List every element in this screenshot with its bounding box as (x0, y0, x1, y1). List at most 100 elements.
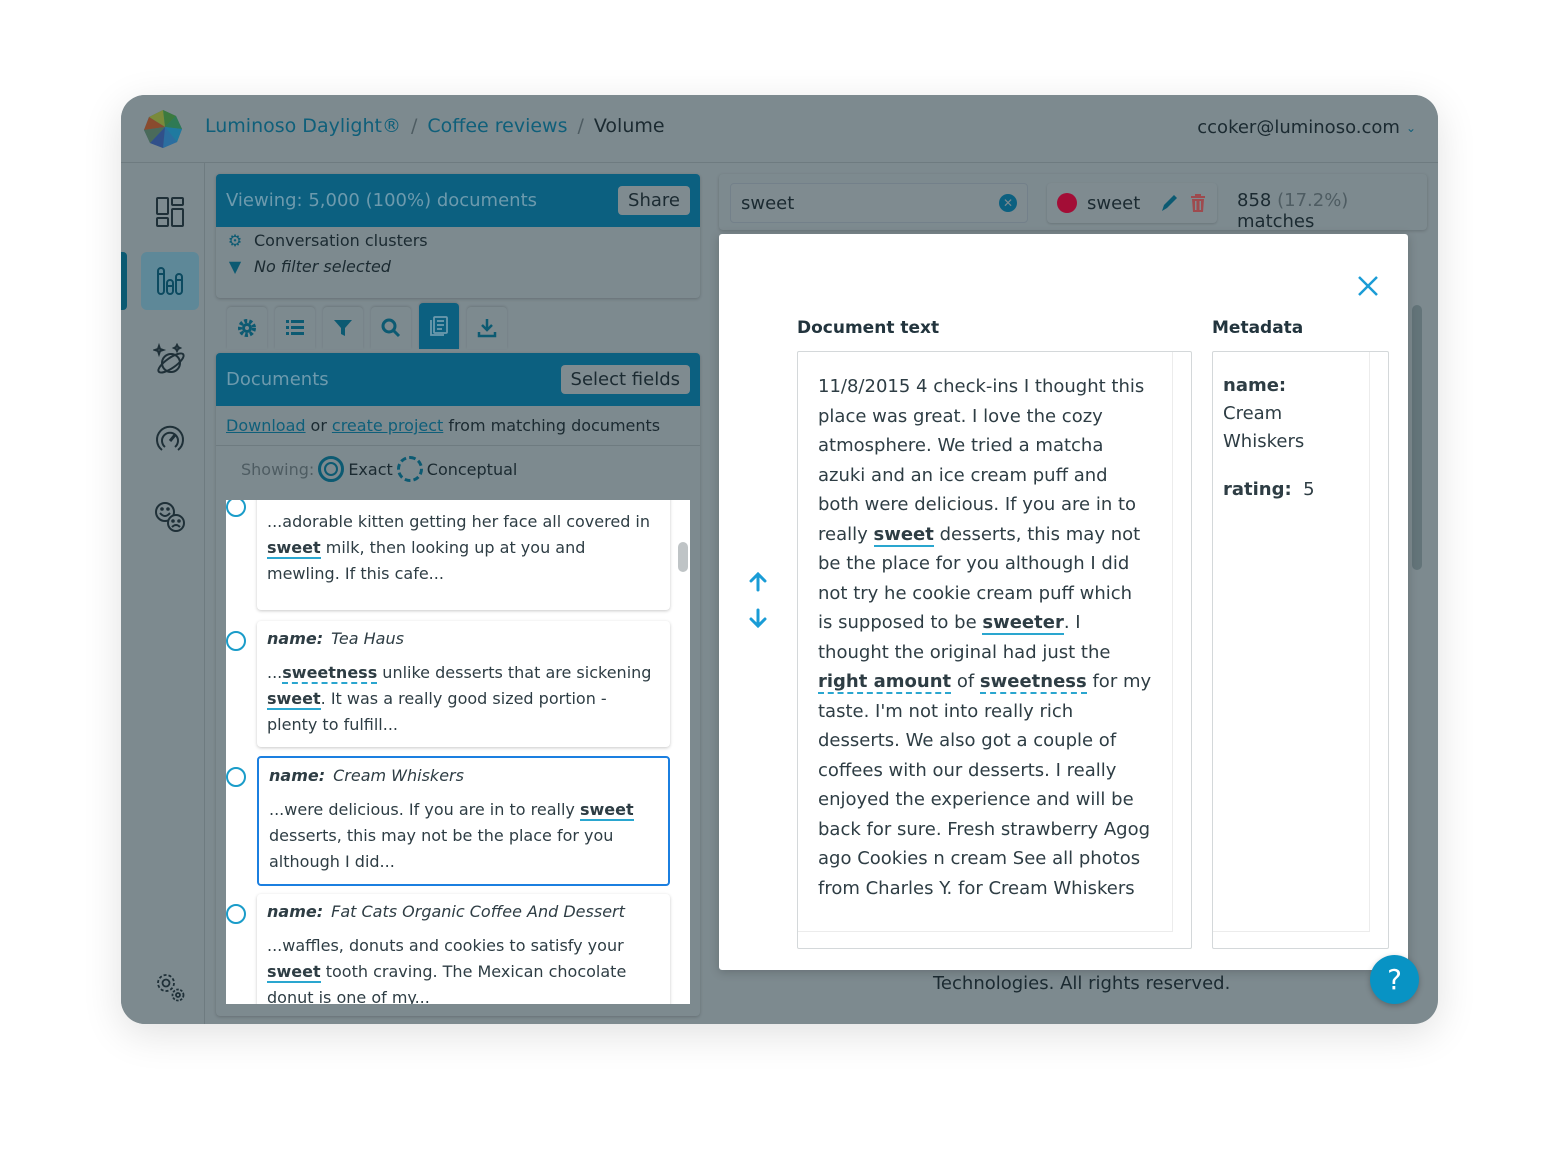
document-card[interactable]: name:Cream Whiskers ...adorable kitten g… (257, 500, 670, 610)
metadata-name-value: Cream Whiskers (1223, 403, 1305, 452)
user-menu[interactable]: ccoker@luminoso.com ⌄ (1197, 117, 1416, 138)
match-count: 858 (17.2%) matches (1237, 190, 1349, 232)
exact-match-highlight: sweet (579, 800, 634, 821)
document-modal: Document text Metadata 11/8/2015 4 check… (719, 234, 1408, 970)
luminoso-logo-icon[interactable] (143, 109, 183, 149)
viewing-panel: Viewing: 5,000 (100%) documents Share ⚙ … (216, 174, 700, 298)
document-text-box: 11/8/2015 4 check-ins I thought this pla… (797, 351, 1192, 949)
documents-icon (430, 316, 448, 336)
sidebar-item-galaxy[interactable] (141, 331, 199, 389)
concept-label: sweet (1087, 192, 1141, 214)
background-scrollbar[interactable] (1412, 305, 1422, 570)
document-snippet: ...adorable kitten getting her face all … (267, 512, 651, 583)
sidebar-item-settings[interactable] (141, 958, 199, 1016)
breadcrumb-separator: / (577, 115, 584, 137)
cluster-row[interactable]: ⚙ Conversation clusters (216, 227, 700, 253)
document-name: name: Cream Whiskers (269, 766, 464, 785)
breadcrumb: Luminoso Daylight® / Coffee reviews / Vo… (205, 115, 665, 137)
document-radio[interactable] (226, 904, 246, 924)
exact-match-highlight: sweet (267, 538, 321, 559)
sidebar-item-gauge[interactable] (141, 409, 199, 467)
exact-match-highlight: sweet (873, 523, 934, 547)
filter-row[interactable]: ▼ No filter selected (216, 253, 700, 279)
list-scrollbar[interactable] (678, 542, 688, 572)
from-text: from matching documents (448, 416, 661, 435)
documents-header: Documents Select fields (216, 353, 700, 406)
arrow-up-icon[interactable] (747, 571, 769, 593)
tool-tabs (227, 303, 507, 349)
breadcrumb-current: Volume (593, 115, 665, 137)
exact-match-icon (318, 456, 345, 482)
search-input[interactable] (730, 183, 1028, 223)
gear-icon (238, 319, 256, 337)
document-list[interactable]: name:Cream Whiskers ...adorable kitten g… (226, 500, 690, 1004)
tab-settings[interactable] (227, 307, 267, 349)
download-link[interactable]: Download (226, 416, 306, 435)
filter-label: No filter selected (254, 256, 391, 276)
documents-title: Documents (226, 369, 329, 390)
metadata-name-key: name: (1223, 375, 1287, 396)
showing-label: Showing: (241, 459, 315, 479)
exact-label: Exact (348, 459, 393, 479)
pencil-icon[interactable] (1159, 193, 1179, 213)
document-snippet: ...were delicious. If you are in to real… (269, 800, 634, 871)
metadata-rating-key: rating: (1223, 479, 1292, 500)
conceptual-match-highlight: sweetness (979, 671, 1087, 694)
sentiment-faces-icon (155, 502, 185, 532)
document-radio[interactable] (226, 767, 246, 787)
document-snippet: ...waffles, donuts and cookies to satisf… (267, 936, 627, 1004)
help-button[interactable]: ? (1370, 955, 1419, 1004)
sidebar-item-dashboard[interactable] (141, 183, 199, 241)
document-card[interactable]: name: Cream Whiskers ...were delicious. I… (257, 756, 670, 886)
exact-match-highlight: sweet (267, 689, 321, 710)
breadcrumb-project-link[interactable]: Coffee reviews (427, 115, 567, 137)
tab-documents[interactable] (419, 303, 459, 349)
conceptual-match-highlight: sweetness (282, 663, 378, 684)
user-email: ccoker@luminoso.com (1197, 117, 1400, 138)
breadcrumb-app-link[interactable]: Luminoso Daylight® (205, 115, 401, 137)
active-indicator (121, 252, 127, 310)
metadata-box: name: Cream Whiskers rating: 5 (1212, 351, 1389, 949)
sidebar (121, 163, 205, 1024)
tab-filter[interactable] (323, 307, 363, 349)
metadata-title: Metadata (1212, 318, 1304, 338)
trash-icon[interactable] (1189, 193, 1207, 213)
metadata-rating-row: rating: 5 (1223, 476, 1359, 504)
chevron-down-icon: ⌄ (1405, 120, 1416, 135)
gear-icon: ⚙ (227, 230, 243, 250)
arrow-down-icon[interactable] (747, 607, 769, 629)
select-fields-button[interactable]: Select fields (560, 365, 690, 394)
clear-search-icon[interactable]: ✕ (999, 194, 1017, 212)
list-icon (286, 320, 304, 335)
app-window: Luminoso Daylight® / Coffee reviews / Vo… (121, 95, 1438, 1024)
document-radio[interactable] (226, 631, 246, 651)
share-button[interactable]: Share (618, 186, 690, 215)
sidebar-item-volume[interactable] (141, 252, 199, 310)
document-card[interactable]: name: Fat Cats Organic Coffee And Dessert… (257, 894, 670, 1004)
exact-match-highlight: sweet (267, 962, 321, 983)
or-text: or (310, 416, 327, 435)
filter-icon: ▼ (228, 256, 242, 276)
volume-bars-icon (157, 267, 183, 295)
metadata-rating-value: 5 (1303, 479, 1315, 500)
document-name: name: Fat Cats Organic Coffee And Dessert (267, 902, 625, 921)
close-button[interactable] (1356, 274, 1380, 298)
concept-chip[interactable]: sweet (1047, 183, 1217, 223)
tab-search[interactable] (371, 307, 411, 349)
exact-match-highlight: sweeter (982, 612, 1064, 635)
sidebar-item-sentiment[interactable] (141, 488, 199, 546)
search-icon (381, 318, 401, 338)
top-bar: Luminoso Daylight® / Coffee reviews / Vo… (121, 95, 1438, 163)
conceptual-match-icon (396, 456, 423, 482)
viewing-header: Viewing: 5,000 (100%) documents Share (216, 174, 700, 227)
tab-download[interactable] (467, 307, 507, 349)
close-icon (1358, 276, 1378, 296)
document-card[interactable]: name: Tea Haus ...sweetness unlike desser… (257, 621, 670, 747)
tab-list[interactable] (275, 307, 315, 349)
download-icon (477, 319, 497, 338)
search-bar: ✕ sweet 858 (17.2%) matches (719, 174, 1427, 232)
galaxy-icon (153, 343, 185, 374)
create-project-link[interactable]: create project (332, 416, 443, 435)
showing-legend: Showing: Exact Conceptual (216, 446, 700, 492)
document-radio[interactable] (226, 500, 246, 517)
